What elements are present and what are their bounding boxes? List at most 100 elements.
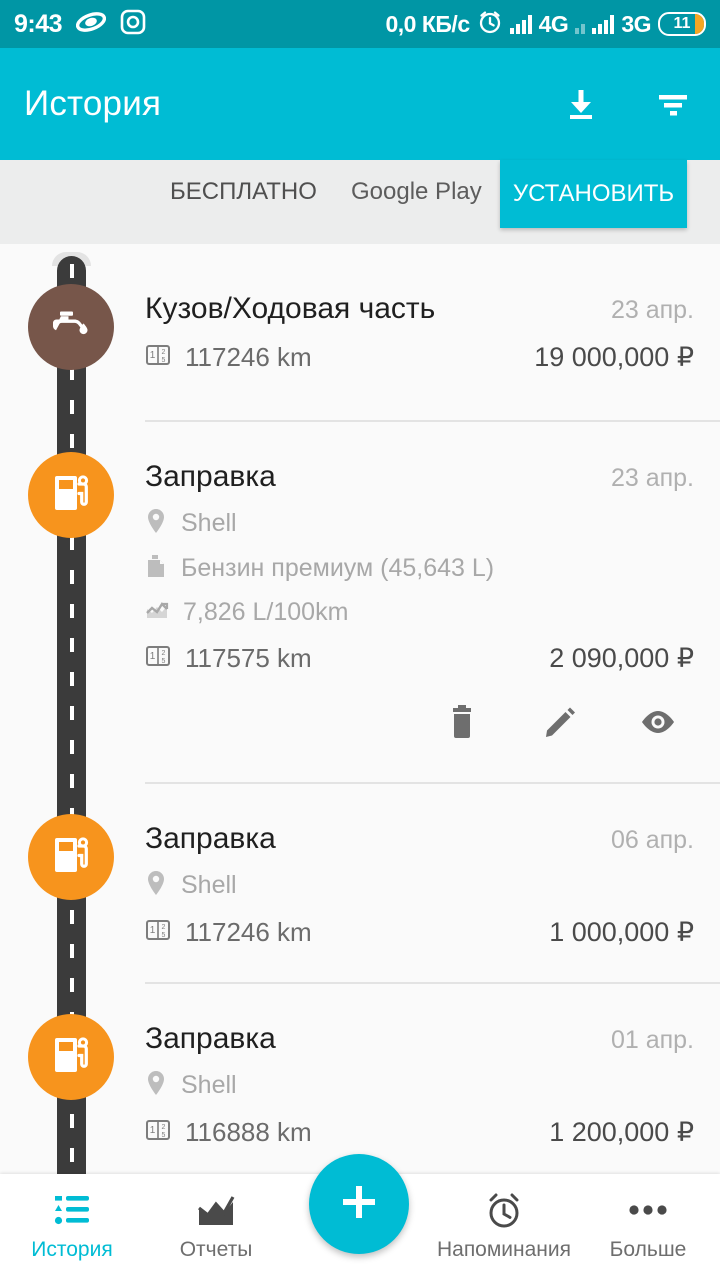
entry-marker — [28, 284, 114, 370]
app-root: 9:43 0,0 КБ/с 4G 3G 11 История БЕСПЛАТНО… — [0, 0, 720, 1280]
entry-date: 01 апр. — [610, 1026, 694, 1054]
entry-price: 1 200,000 ₽ — [549, 1117, 694, 1147]
odometer-icon: 125 — [145, 917, 171, 948]
entry-price: 2 090,000 ₽ — [549, 643, 694, 673]
svg-text:1: 1 — [150, 350, 156, 361]
add-entry-fab[interactable] — [309, 1154, 409, 1254]
svg-text:5: 5 — [162, 658, 166, 665]
odometer-icon: 125 — [145, 342, 171, 373]
odometer-icon: 125 — [145, 643, 171, 674]
svg-text:5: 5 — [162, 932, 166, 939]
history-list-icon — [52, 1188, 92, 1232]
svg-text:2: 2 — [162, 924, 166, 931]
nav-item-more[interactable]: Больше — [576, 1174, 720, 1262]
entry-title: Заправка — [145, 460, 276, 493]
download-icon[interactable] — [558, 81, 604, 127]
ad-banner[interactable]: БЕСПЛАТНО Google Play УСТАНОВИТЬ — [0, 160, 720, 244]
app-bar: История — [0, 48, 720, 160]
entry-date: 23 апр. — [610, 464, 694, 492]
entry-title-row: Заправка 23 апр. — [145, 460, 720, 494]
more-dots-icon — [626, 1188, 670, 1232]
entry-detail-location: Shell — [145, 508, 720, 539]
entry-body: Заправка 06 апр. Shell 125 117246 km 1 0… — [145, 822, 720, 948]
entry-odometer: 117246 km — [185, 342, 312, 372]
entry-title: Заправка — [145, 1022, 276, 1055]
svg-text:2: 2 — [162, 1124, 166, 1131]
svg-text:5: 5 — [162, 1132, 166, 1139]
signal-bars-2-icon — [592, 14, 615, 34]
alarm-clock-icon — [477, 9, 503, 40]
entry-body: Кузов/Ходовая часть 23 апр. 125 117246 k… — [145, 292, 720, 373]
location-pin-icon — [145, 870, 167, 901]
entry-location: Shell — [181, 1071, 237, 1099]
opera-icon — [75, 10, 107, 39]
list-divider — [145, 420, 720, 422]
entry-odometer: 117246 km — [185, 917, 312, 947]
nav-label-reports: Отчеты — [179, 1238, 253, 1261]
alarm-clock-icon — [484, 1188, 524, 1232]
entry-marker — [28, 814, 114, 900]
entry-odometer-row: 125 117246 km 1 000,000 ₽ — [145, 917, 720, 948]
nav-item-reminders[interactable]: Напоминания — [432, 1174, 576, 1262]
consumption-chart-icon — [145, 598, 169, 627]
filter-icon[interactable] — [650, 81, 696, 127]
entry-price: 19 000,000 ₽ — [534, 342, 694, 372]
fuel-pump-icon — [49, 470, 93, 521]
nav-item-reports[interactable]: Отчеты — [144, 1174, 288, 1262]
entry-detail-consumption: 7,826 L/100km — [145, 598, 720, 627]
entry-odometer-row: 125 116888 km 1 200,000 ₽ — [145, 1117, 720, 1148]
nav-label-reminders: Напоминания — [436, 1238, 572, 1261]
location-pin-icon — [145, 1070, 167, 1101]
list-divider — [145, 782, 720, 784]
status-bar-right: 0,0 КБ/с 4G 3G 11 — [385, 9, 706, 40]
entry-odometer: 116888 km — [185, 1117, 312, 1147]
sim1-network-label: 4G — [538, 10, 569, 37]
entry-odometer-row: 125 117575 km 2 090,000 ₽ — [145, 643, 720, 674]
nav-item-history[interactable]: История — [0, 1174, 144, 1262]
entry-body: Заправка 01 апр. Shell 125 116888 km 1 2… — [145, 1022, 720, 1148]
entry-detail-location: Shell — [145, 870, 720, 901]
svg-text:2: 2 — [162, 650, 166, 657]
ad-free-label: БЕСПЛАТНО — [170, 178, 317, 205]
entry-date: 06 апр. — [610, 826, 694, 854]
entry-body: Заправка 23 апр. Shell Бензин премиум (4… — [145, 460, 720, 744]
entry-marker — [28, 452, 114, 538]
entry-odometer: 117575 km — [185, 643, 312, 673]
fuel-pump-icon — [49, 832, 93, 883]
oil-can-icon — [47, 303, 95, 352]
entry-date: 23 апр. — [610, 296, 694, 324]
entry-title: Заправка — [145, 822, 276, 855]
svg-text:1: 1 — [150, 1125, 156, 1136]
view-icon[interactable] — [636, 700, 680, 744]
battery-icon: 11 — [658, 12, 706, 36]
fuel-pump-icon — [49, 1032, 93, 1083]
entry-actions — [145, 700, 720, 744]
status-time: 9:43 — [14, 9, 63, 38]
network-speed: 0,0 КБ/с — [385, 10, 471, 37]
ad-install-button[interactable]: УСТАНОВИТЬ — [500, 160, 687, 228]
signal-bars-small-icon — [575, 14, 586, 34]
entry-title-row: Кузов/Ходовая часть 23 апр. — [145, 292, 720, 326]
svg-text:1: 1 — [150, 925, 156, 936]
app-bar-actions — [558, 81, 696, 127]
odometer-icon: 125 — [145, 1117, 171, 1148]
page-title: История — [24, 84, 162, 123]
signal-bars-icon — [509, 14, 532, 34]
svg-text:5: 5 — [162, 357, 166, 364]
history-list[interactable]: Кузов/Ходовая часть 23 апр. 125 117246 k… — [0, 244, 720, 1174]
ad-store-label: Google Play — [351, 178, 482, 205]
reports-chart-icon — [196, 1188, 236, 1232]
entry-odometer-row: 125 117246 km 19 000,000 ₽ — [145, 342, 720, 373]
instagram-icon — [120, 9, 146, 40]
entry-price: 1 000,000 ₽ — [549, 917, 694, 947]
battery-level: 11 — [673, 15, 691, 32]
nav-label-history: История — [31, 1238, 113, 1261]
svg-text:1: 1 — [150, 651, 156, 662]
entry-title-row: Заправка 01 апр. — [145, 1022, 720, 1056]
sim2-network-label: 3G — [621, 10, 651, 37]
edit-icon[interactable] — [538, 700, 582, 744]
plus-icon — [335, 1178, 383, 1231]
delete-icon[interactable] — [440, 700, 484, 744]
entry-location: Shell — [181, 509, 237, 537]
entry-location: Shell — [181, 871, 237, 899]
